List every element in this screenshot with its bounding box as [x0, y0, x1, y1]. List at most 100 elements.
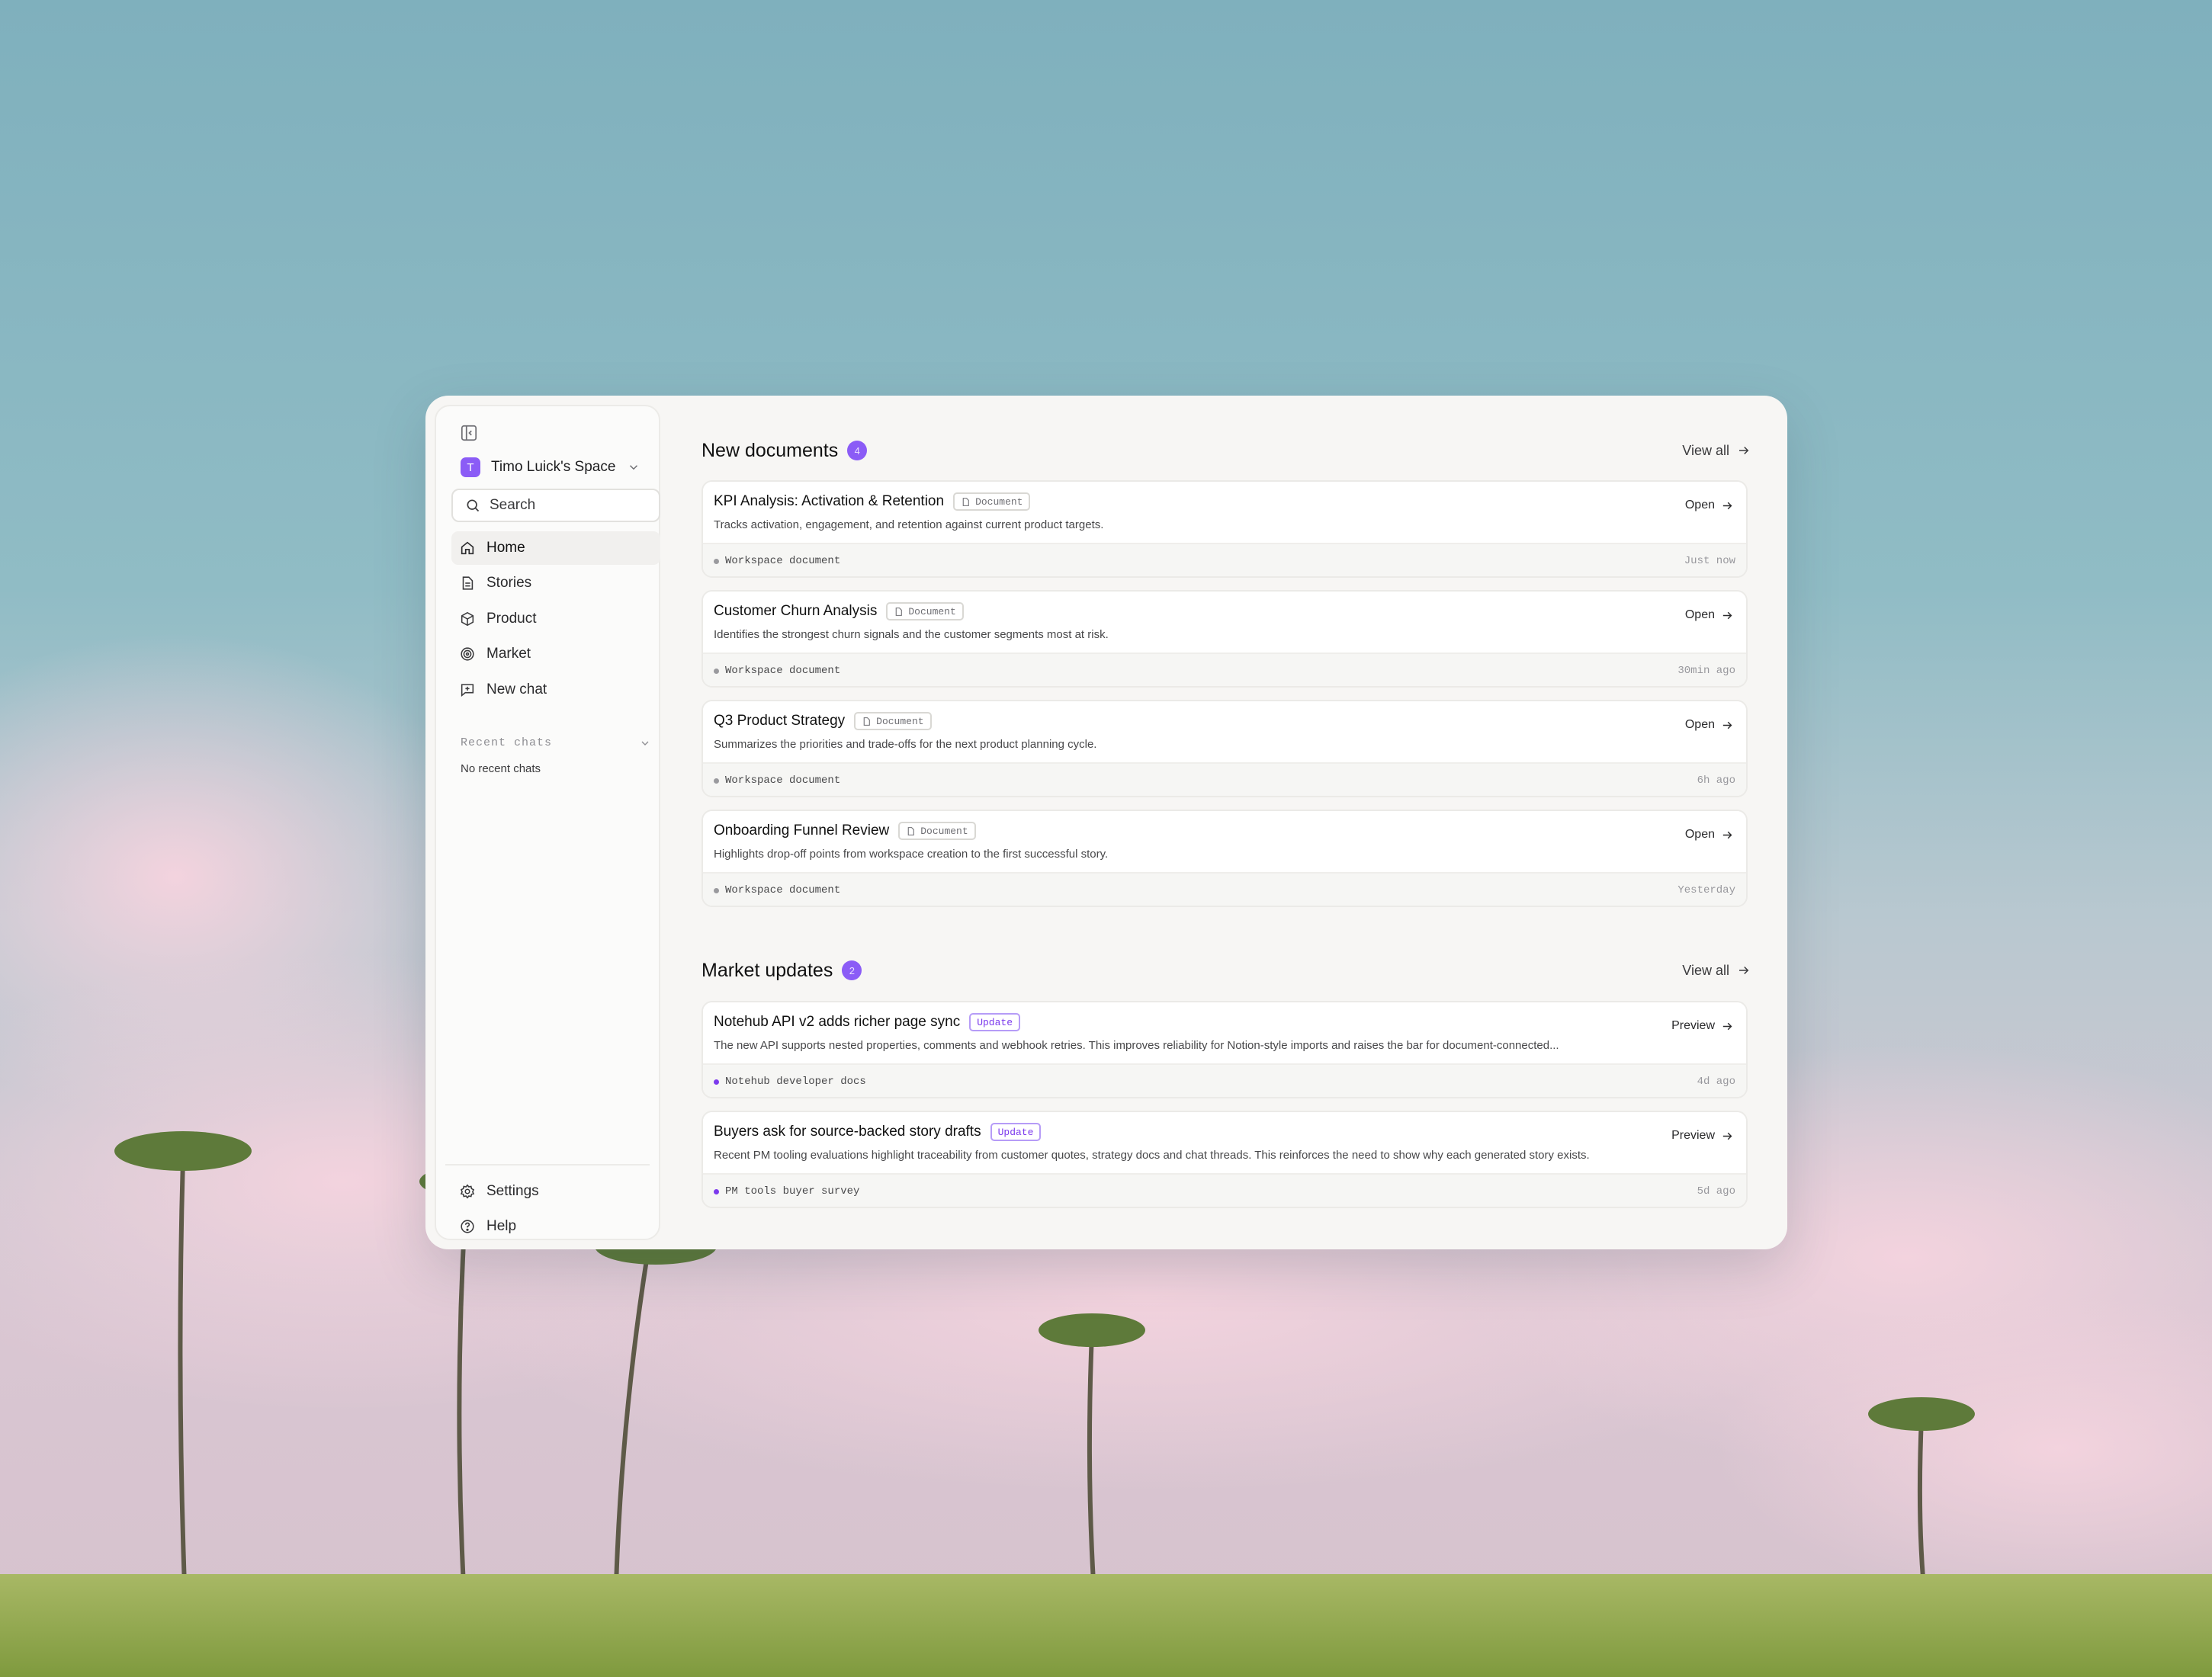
card-footer: PM tools buyer survey 5d ago: [703, 1173, 1746, 1207]
sidebar-item-label: Product: [486, 610, 537, 627]
recent-chats-header[interactable]: Recent chats: [461, 736, 651, 749]
card-timestamp: Yesterday: [1677, 884, 1735, 896]
sidebar-item-help[interactable]: Help: [451, 1210, 660, 1243]
document-card[interactable]: Onboarding Funnel Review Document Highli…: [701, 810, 1748, 907]
card-timestamp: Just now: [1684, 555, 1735, 567]
open-button[interactable]: Open: [1685, 499, 1734, 512]
source-label: Workspace document: [725, 884, 841, 896]
preview-button[interactable]: Preview: [1671, 1129, 1734, 1143]
card-title-row: Buyers ask for source-backed story draft…: [714, 1123, 1042, 1141]
sidebar-nav: Home Stories Product Market New chat: [451, 531, 660, 708]
chevron-down-icon: [641, 741, 649, 746]
arrow-right-icon: [1739, 966, 1749, 975]
chevron-down-icon: [629, 465, 638, 470]
sidebar-item-market[interactable]: Market: [451, 637, 660, 671]
document-card[interactable]: Customer Churn Analysis Document Identif…: [701, 590, 1748, 688]
sidebar-item-label: Home: [486, 540, 525, 556]
sidebar-item-stories[interactable]: Stories: [451, 566, 660, 600]
count-badge: 2: [842, 960, 862, 980]
sidebar-item-product[interactable]: Product: [451, 602, 660, 636]
document-card[interactable]: Q3 Product Strategy Document Summarizes …: [701, 700, 1748, 797]
card-description: Identifies the strongest churn signals a…: [714, 628, 1109, 641]
workspace-switcher[interactable]: T Timo Luick's Space: [451, 452, 648, 483]
card-title: Customer Churn Analysis: [714, 603, 878, 619]
document-card[interactable]: KPI Analysis: Activation & Retention Doc…: [701, 480, 1748, 578]
document-tag: Document: [886, 602, 964, 620]
card-footer: Workspace document Just now: [703, 543, 1746, 576]
card-title: Notehub API v2 adds richer page sync: [714, 1014, 961, 1030]
update-tag: Update: [990, 1123, 1042, 1141]
card-source: Workspace document: [714, 884, 840, 896]
action-label: Preview: [1671, 1019, 1715, 1032]
source-dot: [714, 887, 719, 893]
card-title-row: Q3 Product Strategy Document: [714, 712, 932, 730]
workspace-avatar: T: [461, 457, 480, 477]
card-title: Onboarding Funnel Review: [714, 822, 890, 838]
divider: [445, 1164, 650, 1166]
sidebar-bottom-nav: Settings Help: [451, 1175, 660, 1246]
card-body: KPI Analysis: Activation & Retention Doc…: [703, 482, 1746, 543]
arrow-right-icon: [1722, 1022, 1732, 1030]
card-title-row: KPI Analysis: Activation & Retention Doc…: [714, 492, 1031, 511]
card-footer: Notehub developer docs 4d ago: [703, 1063, 1746, 1097]
sidebar-item-label: Market: [486, 646, 531, 662]
tag-label: Document: [975, 495, 1023, 508]
card-source: Workspace document: [714, 665, 840, 677]
source-dot: [714, 1079, 719, 1085]
new-documents-header: New documents 4 View all: [701, 435, 1754, 466]
chat-icon: [461, 683, 474, 697]
document-tag: Document: [898, 822, 976, 840]
sidebar: T Timo Luick's Space Home Stories Produc…: [435, 405, 660, 1240]
card-body: Onboarding Funnel Review Document Highli…: [703, 811, 1746, 872]
arrow-right-icon: [1722, 831, 1732, 838]
source-label: Workspace document: [725, 665, 841, 677]
card-description: Summarizes the priorities and trade-offs…: [714, 738, 1097, 751]
search-box[interactable]: [451, 489, 660, 522]
view-all-link[interactable]: View all: [1682, 443, 1751, 459]
card-body: Customer Churn Analysis Document Identif…: [703, 592, 1746, 653]
open-button[interactable]: Open: [1685, 828, 1734, 842]
source-label: Workspace document: [725, 555, 841, 567]
document-tag: Document: [953, 492, 1031, 511]
sidebar-item-label: Help: [486, 1218, 517, 1235]
document-icon: [896, 607, 903, 616]
update-card[interactable]: Buyers ask for source-backed story draft…: [701, 1111, 1748, 1208]
sidebar-toggle-icon[interactable]: [459, 423, 479, 443]
recent-chats-empty: No recent chats: [461, 762, 541, 775]
arrow-right-icon: [1722, 721, 1732, 729]
source-dot: [714, 1188, 719, 1194]
card-title-row: Notehub API v2 adds richer page sync Upd…: [714, 1013, 1021, 1031]
document-icon: [907, 826, 915, 835]
update-tag: Update: [969, 1013, 1021, 1031]
help-icon: [461, 1220, 474, 1233]
open-button[interactable]: Open: [1685, 718, 1734, 732]
card-description: Tracks activation, engagement, and reten…: [714, 518, 1104, 531]
sidebar-item-settings[interactable]: Settings: [451, 1175, 660, 1208]
box-icon: [461, 611, 474, 626]
view-all-link[interactable]: View all: [1682, 963, 1751, 979]
main-content: New documents 4 View all KPI Analysis: A…: [701, 396, 1754, 1249]
source-dot: [714, 778, 719, 784]
source-dot: [714, 668, 719, 674]
sidebar-item-label: New chat: [486, 681, 547, 697]
card-source: PM tools buyer survey: [714, 1185, 859, 1198]
action-label: Open: [1684, 499, 1715, 511]
document-tag: Document: [854, 712, 932, 730]
preview-button[interactable]: Preview: [1671, 1019, 1734, 1033]
search-icon: [467, 499, 480, 512]
card-timestamp: 6h ago: [1697, 774, 1735, 787]
sidebar-item-label: Stories: [486, 575, 532, 592]
search-input[interactable]: [488, 496, 644, 515]
card-title: KPI Analysis: Activation & Retention: [714, 493, 945, 509]
sidebar-item-home[interactable]: Home: [451, 531, 660, 565]
update-card[interactable]: Notehub API v2 adds richer page sync Upd…: [701, 1001, 1748, 1098]
card-timestamp: 30min ago: [1677, 665, 1735, 677]
open-button[interactable]: Open: [1685, 608, 1734, 622]
action-label: Open: [1684, 718, 1715, 731]
card-timestamp: 5d ago: [1697, 1185, 1735, 1198]
market-updates-header: Market updates 2 View all: [701, 955, 1754, 986]
action-label: Preview: [1671, 1129, 1715, 1142]
card-source: Workspace document: [714, 555, 840, 567]
sidebar-item-new-chat[interactable]: New chat: [451, 673, 660, 707]
card-source: Notehub developer docs: [714, 1076, 866, 1088]
